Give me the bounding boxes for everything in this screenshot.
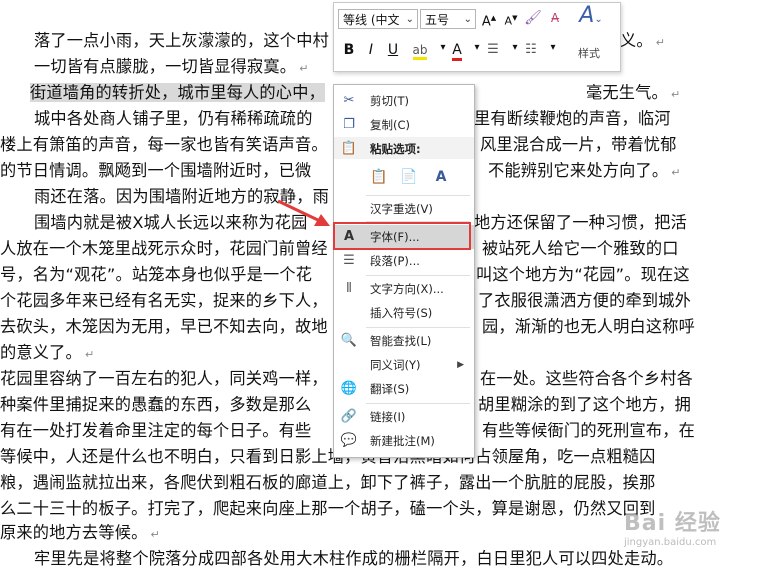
bullets-icon[interactable]: ☰ — [484, 41, 502, 61]
mini-toolbar: 等线 (中文 ⌄ 五号 ⌄ A▲ A▼ 🖌 A̶ A⌄ 样式 B I U ab ▾ … — [333, 2, 621, 72]
doc-line: 城中各处商人铺子里，仍有稀稀疏疏的 — [34, 109, 313, 128]
doc-line: 雨还在落。因为围墙附近地方的寂静，雨 — [34, 187, 329, 206]
doc-line: 的节日情调。飘飏到一个围墙附近时，已微 — [0, 161, 312, 180]
paste-text-only-icon[interactable]: A — [430, 165, 452, 189]
menu-item-smart-lookup[interactable]: 🔍 智能查找(L) — [334, 329, 474, 353]
doc-line: 去砍头，木笼因为无用，早已不知去向，故地 — [0, 317, 328, 336]
chevron-right-icon: ▶ — [457, 360, 464, 370]
doc-line-tail: 毫无生气。 ↵ — [586, 83, 681, 102]
doc-line: 种案件里捕捉来的愚蠢的东西，多数是那么 — [0, 395, 312, 414]
doc-line: 一切皆有点朦胧，一切皆显得寂寞。 ↵ — [34, 57, 309, 76]
doc-line: 么二十三十的板子。打完了，爬起来向座上那一个胡子，磕一个头，算是谢恩，仍然又回到 — [0, 499, 656, 518]
format-painter-icon[interactable]: 🖌 — [524, 9, 542, 29]
menu-item-insert-symbol[interactable]: 插入符号(S) — [334, 301, 474, 325]
menu-separator — [366, 275, 470, 276]
doc-line: 人放在一个木笼里战死示众时，花园门前曾经 — [0, 239, 328, 258]
magnify-icon: 🔍 — [340, 333, 358, 348]
highlight-color-button[interactable]: ab — [408, 41, 432, 61]
doc-line: 个花园多年来已经有名无实，捉来的乡下人， — [0, 291, 328, 310]
doc-line-tail: 有些等候衙门的死刑宣布，在 — [482, 421, 696, 440]
watermark: Bai 经验 jingyan.baidu.com — [624, 511, 721, 548]
doc-line-selected: 街道墙角的转折处，城市里每人的心中， — [30, 83, 325, 102]
doc-line-tail: 叫这个地方为“花园”。现在这 — [476, 265, 690, 284]
doc-line-tail: 义。 ↵ — [620, 31, 666, 50]
doc-line-tail: 被站死人给它一个雅致的口 — [482, 239, 679, 258]
doc-line: 花园里容纳了一百左右的犯人，同关鸡一样， — [0, 369, 328, 388]
doc-line: 楼上有箫笛的声音，每一家也皆有笑语声音。 — [0, 135, 328, 154]
doc-line-tail: 胡里糊涂的到了这个地方，拥 — [478, 395, 692, 414]
doc-line: 原来的地方去等候。 ↵ — [0, 523, 160, 542]
font-size-dropdown[interactable]: 五号 ⌄ — [420, 9, 476, 29]
paragraph-icon: ☰ — [343, 253, 355, 268]
font-color-button[interactable]: A — [448, 41, 466, 61]
styles-label: 样式 — [578, 47, 600, 60]
doc-line-tail: 不能辨别它来处方向了。 ↵ — [488, 161, 681, 180]
doc-line-tail: 地方还保留了一种习惯，把活 — [474, 213, 688, 232]
chevron-down-icon: ⌄ — [463, 14, 472, 25]
menu-item-synonyms[interactable]: 同义词(Y) ▶ — [334, 353, 474, 377]
link-icon: 🔗 — [340, 409, 358, 424]
italic-button[interactable]: I — [362, 41, 380, 61]
doc-line: 号，名为“观花”。站笼本身也似乎是一个花 — [0, 265, 313, 284]
menu-separator — [366, 195, 470, 196]
doc-line: 的意义了。 ↵ — [0, 343, 95, 362]
menu-separator — [366, 327, 470, 328]
doc-line-tail: 在一处。这些符合各个乡村各 — [480, 369, 694, 388]
font-name-dropdown[interactable]: 等线 (中文 ⌄ — [338, 9, 418, 29]
clipboard-icon: 📋 — [340, 141, 358, 156]
highlight-box — [333, 222, 471, 250]
menu-separator — [366, 403, 470, 404]
underline-button[interactable]: U — [384, 41, 402, 61]
menu-item-copy[interactable]: ❐ 复制(C) — [334, 113, 474, 137]
chevron-down-icon[interactable]: ▾ — [544, 39, 562, 59]
comment-icon: 💬 — [340, 433, 358, 448]
shrink-font-button[interactable]: A▼ — [502, 9, 520, 29]
menu-item-text-direction[interactable]: ⫴ 文字方向(X)... — [334, 277, 474, 301]
doc-line-tail: 园，渐渐的也无人明白这称呼 — [482, 317, 696, 336]
menu-item-reconvert[interactable]: 汉字重选(V) — [334, 197, 474, 221]
doc-line: 有在一处打发着命里注定的每个日子。有些 — [0, 421, 312, 440]
doc-line-tail: 里有断续鞭炮的声音，临河 — [474, 109, 671, 128]
grow-font-button[interactable]: A▲ — [480, 9, 498, 29]
menu-item-new-comment[interactable]: 💬 新建批注(M) — [334, 429, 474, 453]
doc-line: 等候中，人还是什么也不明白，只看到日影上墙，黄昏沿黑暗如何占领屋角，吃一点粗糙囚 — [0, 447, 656, 466]
menu-item-paste-options: 📋 粘贴选项: — [334, 137, 474, 161]
doc-line-tail: 了衣服很潇洒方便的牵到城外 — [478, 291, 692, 310]
doc-line: 落了一点小雨，天上灰濛濛的，这个中村 — [34, 31, 329, 50]
chevron-down-icon: ⌄ — [405, 14, 414, 25]
menu-item-cut[interactable]: ✂ 剪切(T) — [334, 89, 474, 113]
doc-line: 粮，遇闹监就拉出来，各爬伏到粗石板的廊道上，卸下了裤子，露出一个肮脏的屁股，挨那 — [0, 473, 656, 492]
doc-line: 牢里先是将整个院落分成四部各处用大木柱作成的栅栏隔开，白日里犯人可以四处走动。 — [34, 549, 674, 568]
paste-merge-format-icon[interactable]: 📄 — [398, 165, 420, 189]
doc-line: 围墙内就是被X城人长远以来称为花园 — [34, 213, 308, 232]
doc-line-tail: 风里混合成一片，带着忧郁 — [480, 135, 677, 154]
text-direction-icon: ⫴ — [346, 281, 352, 296]
context-menu: ✂ 剪切(T) ❐ 复制(C) 📋 粘贴选项: 📋 📄 A 汉字重选(V) A 字体(F… — [333, 84, 475, 458]
styles-icon[interactable]: A⌄ — [578, 5, 604, 27]
scissors-icon: ✂ — [343, 93, 355, 108]
paste-keep-format-icon[interactable]: 📋 — [368, 165, 390, 189]
menu-item-link[interactable]: 🔗 链接(I) — [334, 405, 474, 429]
bold-button[interactable]: B — [340, 41, 358, 61]
copy-icon: ❐ — [343, 117, 355, 132]
menu-item-paragraph[interactable]: ☰ 段落(P)... — [334, 249, 474, 273]
clear-formatting-icon[interactable]: A̶ — [546, 9, 564, 29]
numbering-icon[interactable]: ☷ — [522, 41, 540, 61]
translate-icon: 🌐 — [340, 381, 358, 396]
menu-item-translate[interactable]: 🌐 翻译(S) — [334, 377, 474, 401]
